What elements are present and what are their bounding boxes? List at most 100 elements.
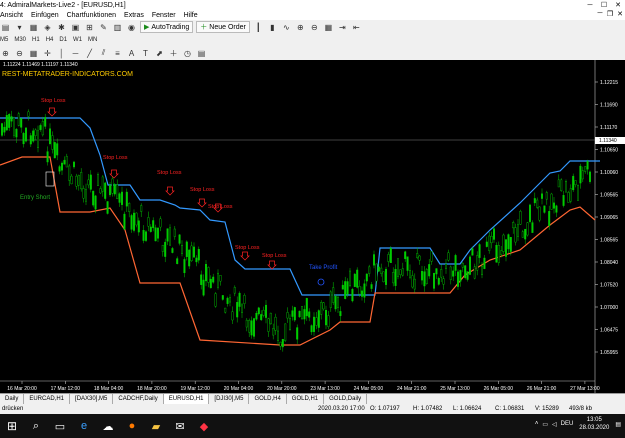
crosshair-icon[interactable]: ✛ (42, 48, 53, 58)
profiles-icon[interactable]: ▾ (14, 22, 25, 32)
chart-tab[interactable]: [DJI30],M5 (209, 394, 250, 404)
candle-body (423, 271, 426, 287)
options-icon[interactable]: ▥ (112, 22, 123, 32)
autotrading-button[interactable]: ▶ AutoTrading (140, 21, 194, 33)
zoom-out-tool-icon[interactable]: ⊖ (14, 48, 25, 58)
new-chart-icon[interactable]: ▤ (0, 22, 11, 32)
candle-body (202, 279, 205, 296)
chart-tab[interactable]: [DAX30],M5 (70, 394, 114, 404)
timeframe-h1[interactable]: H1 (32, 37, 40, 43)
network-icon[interactable]: ▭ (542, 421, 548, 428)
candle-chart-icon[interactable]: ▮ (267, 22, 278, 32)
candle-body (579, 165, 582, 184)
mdi-close-button[interactable]: ✕ (615, 10, 625, 18)
tile-windows-icon[interactable]: ▦ (323, 22, 334, 32)
menu-chartfunktionen[interactable]: Chartfunktionen (67, 12, 116, 19)
new-order-button[interactable]: ＋ Neue Order (196, 21, 250, 33)
chart-tab[interactable]: GOLD,Daily (324, 394, 368, 404)
label-tool-icon[interactable]: T (140, 48, 151, 58)
minimize-button[interactable]: ─ (583, 0, 597, 10)
timeframe-h4[interactable]: H4 (46, 37, 54, 43)
menu-hilfe[interactable]: Hilfe (184, 12, 198, 19)
tray-chevron-icon[interactable]: ˄ (535, 421, 539, 427)
candle-body (353, 273, 356, 287)
candle-body (553, 202, 556, 209)
firefox-icon[interactable]: ● (120, 414, 144, 438)
menu-extras[interactable]: Extras (124, 12, 144, 19)
candle-body (118, 193, 121, 203)
vertical-line-icon[interactable]: │ (56, 48, 67, 58)
task-view-icon[interactable]: ▭ (48, 414, 72, 438)
candle-body (526, 222, 529, 236)
chart-tab[interactable]: EURUSD,H1 (163, 394, 210, 404)
candle-body (469, 256, 472, 275)
chart-tab[interactable]: Daily (0, 394, 25, 404)
chart-tab[interactable]: EURCAD,H1 (24, 394, 71, 404)
period-icon[interactable]: ◷ (182, 48, 193, 58)
timeframe-m5[interactable]: M5 (0, 37, 8, 43)
start-icon[interactable]: ⊞ (0, 414, 24, 438)
zoom-in-icon[interactable]: ⊕ (295, 22, 306, 32)
candle-body (337, 297, 340, 308)
bar-chart-icon[interactable]: ┃ (253, 22, 264, 32)
time-label: 25 Mar 13:00 (440, 386, 470, 392)
volume-icon[interactable]: ◁ (552, 421, 557, 428)
time-label: 16 Mar 20:00 (7, 386, 37, 392)
trendline-icon[interactable]: ╱ (84, 48, 95, 58)
text-tool-icon[interactable]: A (126, 48, 137, 58)
candle-body (507, 234, 510, 250)
chart-tab[interactable]: CADCHF,Daily (113, 394, 164, 404)
take-profit-marker (317, 278, 325, 286)
chart-canvas[interactable]: 1.12215 1.11690 1.11170 1.10650 1.10060 1.095… (0, 60, 625, 393)
arrow-tool-icon[interactable]: ⬈ (154, 48, 165, 58)
template-icon[interactable]: ▤ (196, 48, 207, 58)
alerts-icon[interactable]: ◉ (126, 22, 137, 32)
candle-body (317, 310, 320, 328)
tester-icon[interactable]: ⊞ (84, 22, 95, 32)
edge-icon[interactable]: e (72, 414, 96, 438)
chart-shift-icon[interactable]: ⇤ (351, 22, 362, 32)
time-label: 24 Mar 05:00 (354, 386, 384, 392)
notification-icon[interactable]: ▤ (615, 421, 621, 428)
close-button[interactable]: ✕ (611, 0, 625, 10)
mdi-restore-button[interactable]: ❐ (605, 10, 615, 18)
onedrive-icon[interactable]: ☁ (96, 414, 120, 438)
grid-icon[interactable]: ▦ (28, 48, 39, 58)
explorer-icon[interactable]: ▰ (144, 414, 168, 438)
timeframe-m30[interactable]: M30 (14, 37, 26, 43)
add-object-icon[interactable]: ＋ (168, 48, 179, 58)
chart-tab[interactable]: GOLD,H1 (287, 394, 325, 404)
timeframe-w1[interactable]: W1 (73, 37, 82, 43)
metatrader-icon[interactable]: ◆ (192, 414, 216, 438)
menu-ansicht[interactable]: Ansicht (0, 12, 23, 19)
equidistant-channel-icon[interactable]: ⫽ (98, 48, 109, 58)
data-window-icon[interactable]: ◈ (42, 22, 53, 32)
candle-body (344, 281, 347, 299)
mdi-minimize-button[interactable]: ─ (595, 10, 605, 18)
language-indicator[interactable]: DEU (561, 421, 574, 427)
candle-body (433, 272, 436, 289)
candle-body (29, 135, 32, 145)
navigator-icon[interactable]: ✱ (56, 22, 67, 32)
maximize-button[interactable]: ☐ (597, 0, 611, 10)
timeframe-mn[interactable]: MN (88, 37, 97, 43)
timeframe-d1[interactable]: D1 (59, 37, 67, 43)
mail-icon[interactable]: ✉ (168, 414, 192, 438)
metaeditor-icon[interactable]: ✎ (98, 22, 109, 32)
price-chart[interactable]: 1.12215 1.11690 1.11170 1.10650 1.10060 1.095… (0, 60, 625, 393)
horizontal-line-icon[interactable]: ─ (70, 48, 81, 58)
candle-body (77, 175, 80, 186)
market-watch-icon[interactable]: ▦ (28, 22, 39, 32)
terminal-icon[interactable]: ▣ (70, 22, 81, 32)
autoscroll-icon[interactable]: ⇥ (337, 22, 348, 32)
menu-einfuegen[interactable]: Einfügen (31, 12, 59, 19)
zoom-out-icon[interactable]: ⊖ (309, 22, 320, 32)
line-chart-icon[interactable]: ∿ (281, 22, 292, 32)
candle-body (226, 297, 229, 304)
clock[interactable]: 13:05 28.03.2020 (579, 416, 609, 432)
chart-tab[interactable]: GOLD,H4 (249, 394, 287, 404)
menu-fenster[interactable]: Fenster (152, 12, 176, 19)
search-icon[interactable]: ⌕ (24, 414, 48, 438)
zoom-in-tool-icon[interactable]: ⊕ (0, 48, 11, 58)
fibonacci-icon[interactable]: ≡ (112, 48, 123, 58)
